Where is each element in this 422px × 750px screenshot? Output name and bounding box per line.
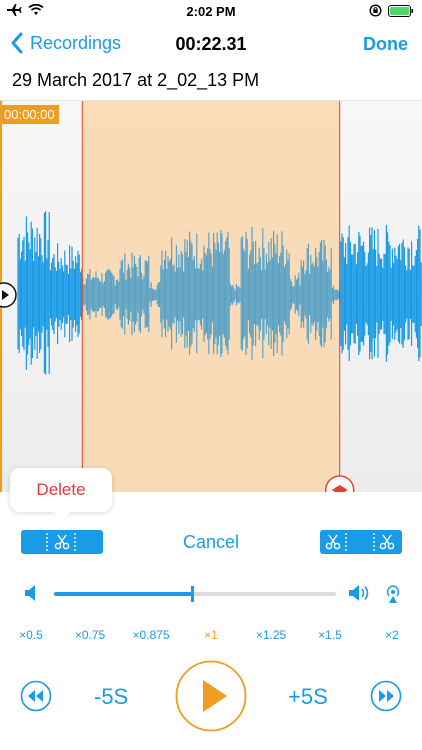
nav-bar: Recordings 00:22.31 Done bbox=[0, 24, 422, 66]
volume-slider-knob[interactable] bbox=[191, 586, 195, 602]
playhead-handle[interactable] bbox=[0, 282, 17, 308]
waveform-editor[interactable]: 00:00:00 bbox=[0, 100, 422, 492]
done-button[interactable]: Done bbox=[363, 34, 408, 55]
battery-icon bbox=[388, 4, 414, 17]
waveform-canvas[interactable] bbox=[0, 101, 422, 492]
status-right bbox=[369, 4, 414, 17]
nav-title: 00:22.31 bbox=[175, 34, 247, 54]
status-bar: 2:02 PM bbox=[0, 0, 422, 24]
speed-option-0-875[interactable]: ×0.875 bbox=[125, 628, 177, 642]
speed-option-1-25[interactable]: ×1.25 bbox=[245, 628, 297, 642]
play-button[interactable] bbox=[175, 660, 247, 732]
scissors-icon bbox=[379, 534, 395, 550]
speaker-low-icon bbox=[25, 585, 35, 601]
scissors-icon bbox=[325, 534, 341, 550]
trim-left-button[interactable] bbox=[21, 530, 103, 554]
scissors-icon bbox=[54, 534, 70, 550]
speed-selector: ×0.5 ×0.75 ×0.875 ×1 ×1.25 ×1.5 ×2 bbox=[0, 628, 422, 646]
speed-option-1-5[interactable]: ×1.5 bbox=[304, 628, 356, 642]
recording-name: 29 March 2017 at 2_02_13 PM bbox=[12, 70, 260, 90]
speed-option-0-75[interactable]: ×0.75 bbox=[64, 628, 116, 642]
speed-option-0-5[interactable]: ×0.5 bbox=[5, 628, 57, 642]
delete-button[interactable]: Delete bbox=[10, 468, 112, 520]
trim-right-button[interactable] bbox=[320, 530, 402, 554]
volume-slider-fill bbox=[54, 592, 193, 596]
volume-slider[interactable] bbox=[54, 586, 336, 602]
orientation-lock-icon bbox=[369, 4, 382, 17]
play-icon bbox=[203, 680, 227, 712]
speed-option-2[interactable]: ×2 bbox=[366, 628, 418, 642]
speaker-high-icon bbox=[349, 585, 369, 601]
speed-option-1[interactable]: ×1 bbox=[185, 628, 237, 642]
status-time: 2:02 PM bbox=[186, 4, 236, 19]
fast-forward-icon[interactable] bbox=[370, 680, 402, 712]
airplay-icon[interactable] bbox=[384, 584, 402, 604]
volume-row bbox=[0, 580, 422, 608]
time-marker: 00:00:00 bbox=[0, 105, 59, 124]
cancel-button[interactable]: Cancel bbox=[151, 532, 271, 553]
rewind-icon[interactable] bbox=[20, 680, 52, 712]
forward-5s-button[interactable]: +5S bbox=[288, 684, 328, 710]
playback-controls: -5S +5S bbox=[0, 660, 422, 740]
rewind-5s-button[interactable]: -5S bbox=[94, 684, 128, 710]
